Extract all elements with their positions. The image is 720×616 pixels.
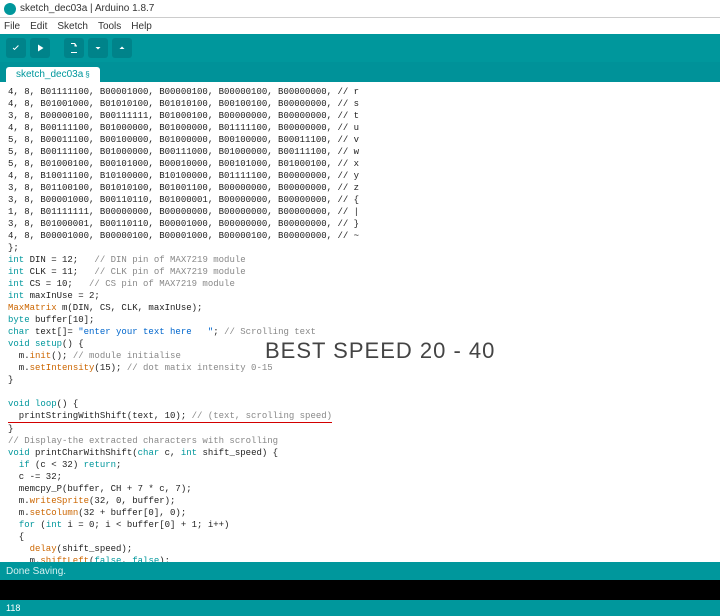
menu-file[interactable]: File xyxy=(4,21,20,32)
code-content: 4, 8, B01111100, B00001000, B00000100, B… xyxy=(8,86,712,562)
tab-bar: sketch_dec03a§ xyxy=(0,62,720,82)
window-title: sketch_dec03a | Arduino 1.8.7 xyxy=(20,3,154,14)
menu-sketch[interactable]: Sketch xyxy=(57,21,88,32)
annotation-overlay: BEST SPEED 20 - 40 xyxy=(265,345,495,357)
open-button[interactable] xyxy=(88,38,108,58)
footer-bar: 118 xyxy=(0,600,720,616)
verify-button[interactable] xyxy=(6,38,26,58)
menu-help[interactable]: Help xyxy=(131,21,152,32)
menu-bar: File Edit Sketch Tools Help xyxy=(0,18,720,34)
window-title-bar: sketch_dec03a | Arduino 1.8.7 xyxy=(0,0,720,18)
tab-sketch[interactable]: sketch_dec03a§ xyxy=(6,67,100,82)
arduino-logo-icon xyxy=(4,3,16,15)
status-bar: Done Saving. xyxy=(0,562,720,580)
save-button[interactable] xyxy=(112,38,132,58)
code-editor[interactable]: 4, 8, B01111100, B00001000, B00000100, B… xyxy=(0,82,720,562)
menu-edit[interactable]: Edit xyxy=(30,21,47,32)
tab-menu-icon: § xyxy=(85,70,89,79)
console-output[interactable] xyxy=(0,580,720,600)
menu-tools[interactable]: Tools xyxy=(98,21,121,32)
new-button[interactable] xyxy=(64,38,84,58)
upload-button[interactable] xyxy=(30,38,50,58)
tab-label: sketch_dec03a xyxy=(16,69,83,80)
status-text: Done Saving. xyxy=(6,566,66,577)
line-number: 118 xyxy=(6,603,20,613)
toolbar xyxy=(0,34,720,62)
